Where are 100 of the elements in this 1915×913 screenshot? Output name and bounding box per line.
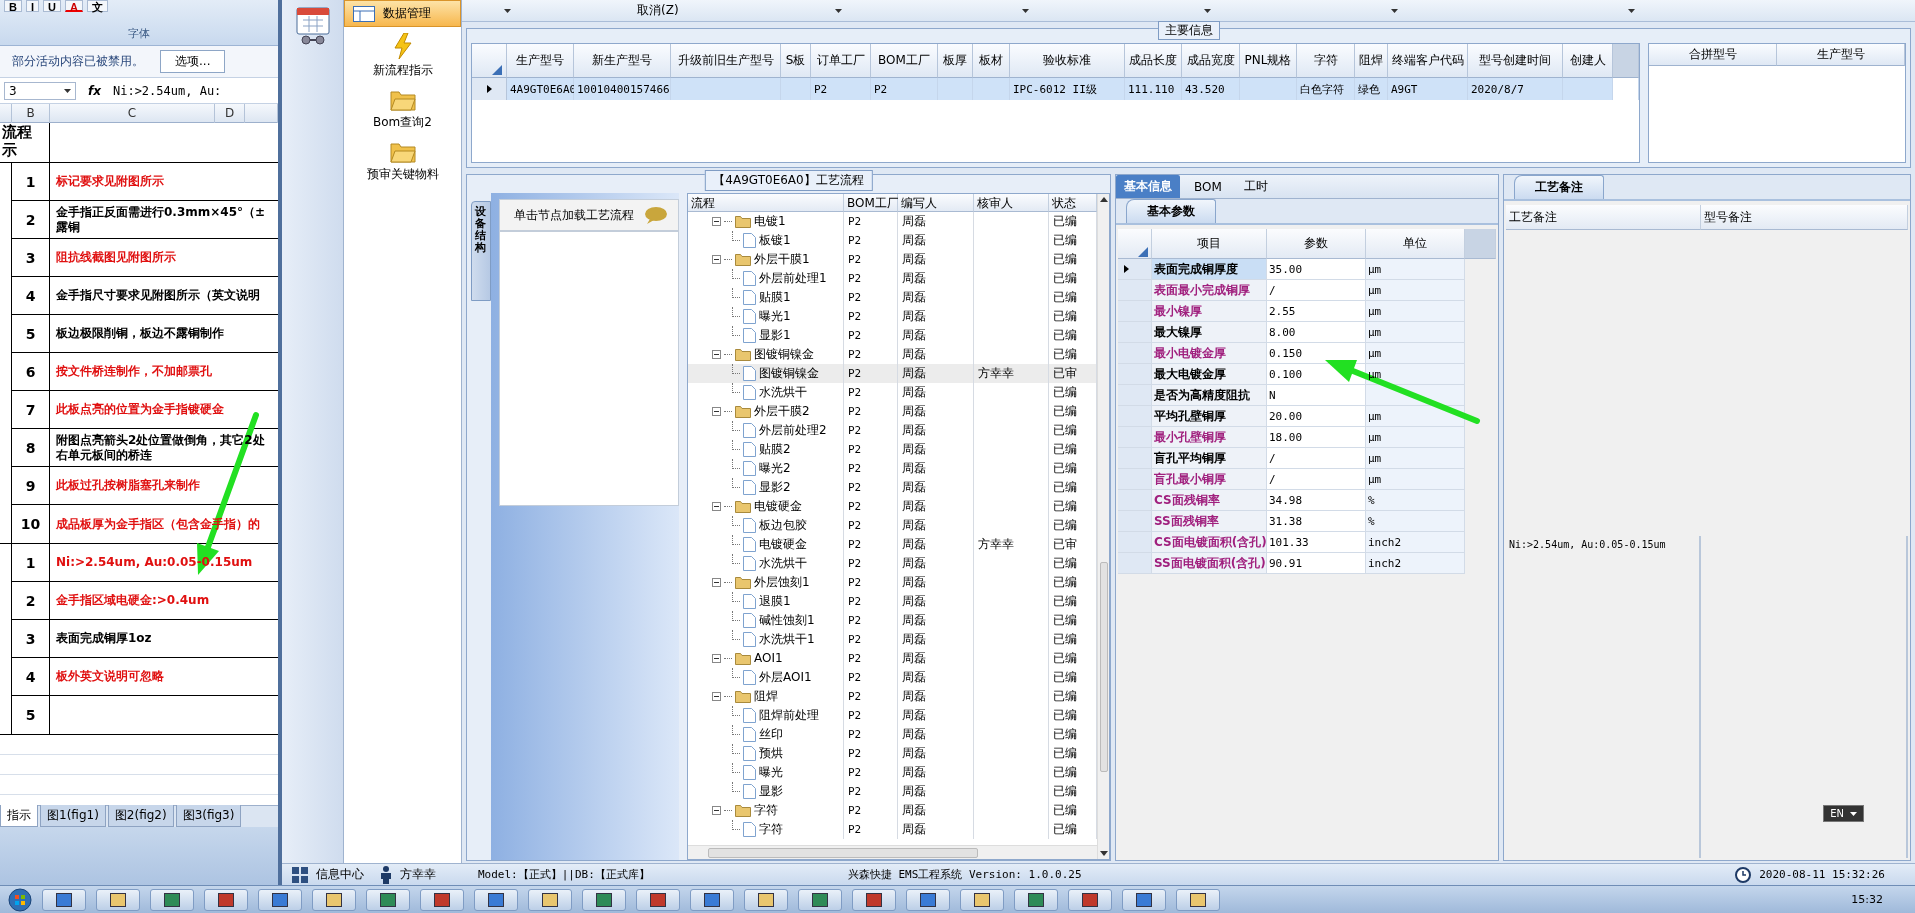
caret-icon[interactable] bbox=[1627, 8, 1635, 13]
tree-row[interactable]: 曝光2 P2 周磊 已编 bbox=[688, 459, 1097, 478]
tree-node-label[interactable]: 水洗烘干 bbox=[759, 383, 807, 402]
scroll-down-icon[interactable] bbox=[1099, 851, 1108, 856]
note-text[interactable]: Ni:>2.54um, Au:0.05-0.15um bbox=[1509, 538, 1666, 550]
column-header[interactable]: 参数 bbox=[1267, 229, 1366, 259]
cancel-menu[interactable]: 取消(Z) bbox=[631, 1, 685, 20]
tree-node-label[interactable]: 贴膜2 bbox=[759, 440, 791, 459]
tree-node-label[interactable]: 电镀硬金 bbox=[754, 497, 802, 516]
column-header[interactable]: B bbox=[12, 104, 50, 123]
caret-icon[interactable] bbox=[1850, 811, 1857, 816]
tab[interactable]: 基本信息 bbox=[1116, 175, 1180, 198]
taskbar-app-icon[interactable] bbox=[204, 888, 248, 911]
taskbar-app-icon[interactable] bbox=[474, 888, 518, 911]
tree-node-label[interactable]: 字符 bbox=[754, 801, 778, 820]
column-header[interactable]: 项目 bbox=[1152, 229, 1267, 259]
column-header[interactable]: 核审人 bbox=[974, 194, 1049, 212]
collapse-icon[interactable] bbox=[712, 806, 721, 815]
tab[interactable]: 工时 bbox=[1235, 175, 1276, 198]
tree-node-label[interactable]: 曝光 bbox=[759, 763, 783, 782]
tree-node-label[interactable]: 外层蚀刻1 bbox=[754, 573, 810, 592]
tree-row[interactable]: 显影 P2 周磊 已编 bbox=[688, 782, 1097, 801]
tree-row[interactable]: 外层前处理1 P2 周磊 已编 bbox=[688, 269, 1097, 288]
column-header[interactable]: 型号备注 bbox=[1701, 205, 1908, 230]
tree-node-label[interactable]: 丝印 bbox=[759, 725, 783, 744]
collapse-icon[interactable] bbox=[712, 407, 721, 416]
caret-icon[interactable] bbox=[1203, 8, 1211, 13]
tree-node-label[interactable]: 显影 bbox=[759, 782, 783, 801]
tree-node-label[interactable]: 字符 bbox=[759, 820, 783, 839]
caret-icon[interactable] bbox=[64, 88, 71, 93]
function-label[interactable]: fx bbox=[82, 83, 107, 98]
taskbar-app-icon[interactable] bbox=[258, 888, 302, 911]
taskbar-app-icon[interactable] bbox=[798, 888, 842, 911]
taskbar-app-icon[interactable] bbox=[960, 888, 1004, 911]
tree-node-label[interactable]: 显影1 bbox=[759, 326, 791, 345]
language-button[interactable]: EN bbox=[1823, 805, 1864, 822]
taskbar-app-icon[interactable] bbox=[906, 888, 950, 911]
column-header[interactable]: 状态 bbox=[1049, 194, 1097, 212]
taskbar-app-icon[interactable] bbox=[1068, 888, 1112, 911]
column-header[interactable]: 生产型号 bbox=[507, 44, 574, 78]
column-header[interactable]: BOM工厂 bbox=[844, 194, 898, 212]
column-header[interactable]: C bbox=[50, 104, 215, 123]
column-header[interactable]: 生产型号 bbox=[1777, 44, 1905, 66]
taskbar-app-icon[interactable] bbox=[312, 888, 356, 911]
taskbar-app-icon[interactable] bbox=[42, 888, 86, 911]
info-center-label[interactable]: 信息中心 bbox=[316, 866, 364, 883]
tree-node-label[interactable]: 外层AOI1 bbox=[759, 668, 812, 687]
taskbar-app-icon[interactable] bbox=[582, 888, 626, 911]
tree-node-label[interactable]: 电镀硬金 bbox=[759, 535, 807, 554]
name-box[interactable]: 3 bbox=[4, 81, 76, 100]
column-header[interactable]: 编写人 bbox=[898, 194, 974, 212]
column-header[interactable]: 单位 bbox=[1366, 229, 1465, 259]
taskbar-app-icon[interactable] bbox=[96, 888, 140, 911]
caret-icon[interactable] bbox=[504, 8, 511, 13]
tree-row[interactable]: 退膜1 P2 周磊 已编 bbox=[688, 592, 1097, 611]
tree-row[interactable]: 贴膜2 P2 周磊 已编 bbox=[688, 440, 1097, 459]
taskbar-app-icon[interactable] bbox=[636, 888, 680, 911]
column-header[interactable]: 合拼型号 bbox=[1649, 44, 1777, 66]
column-header[interactable]: 型号创建时间 bbox=[1468, 44, 1563, 78]
side-tab[interactable]: 设备结构 bbox=[471, 201, 491, 301]
tree-node-label[interactable]: 水洗烘干 bbox=[759, 554, 807, 573]
column-header[interactable]: D bbox=[215, 104, 245, 123]
collapse-icon[interactable] bbox=[712, 502, 721, 511]
ribbon-button[interactable]: U bbox=[43, 0, 61, 12]
taskbar-app-icon[interactable] bbox=[420, 888, 464, 911]
sheet-tab[interactable]: 指示 bbox=[0, 805, 38, 827]
column-header[interactable]: 流程 bbox=[688, 194, 844, 212]
tree-node-label[interactable]: 电镀1 bbox=[754, 212, 786, 231]
tree-row[interactable]: 贴膜1 P2 周磊 已编 bbox=[688, 288, 1097, 307]
collapse-icon[interactable] bbox=[712, 255, 721, 264]
taskbar-app-icon[interactable] bbox=[528, 888, 572, 911]
column-header[interactable]: 验收标准 bbox=[1010, 44, 1125, 78]
tree-row[interactable]: 外层干膜1 P2 周磊 已编 bbox=[688, 250, 1097, 269]
tree-node-label[interactable]: 外层干膜2 bbox=[754, 402, 810, 421]
tree-row[interactable]: 阻焊前处理 P2 周磊 已编 bbox=[688, 706, 1097, 725]
tree-row[interactable]: 外层前处理2 P2 周磊 已编 bbox=[688, 421, 1097, 440]
tree-row[interactable]: 水洗烘干 P2 周磊 已编 bbox=[688, 383, 1097, 402]
ribbon-button[interactable]: A bbox=[64, 0, 83, 12]
scrollbar-thumb[interactable] bbox=[708, 847, 978, 858]
tree-row[interactable]: 电镀硬金 P2 周磊 已编 bbox=[688, 497, 1097, 516]
taskbar-app-icon[interactable] bbox=[744, 888, 788, 911]
tree-row[interactable]: 板镀1 P2 周磊 已编 bbox=[688, 231, 1097, 250]
tree-node-label[interactable]: 预烘 bbox=[759, 744, 783, 763]
tree-row[interactable]: 阻焊 P2 周磊 已编 bbox=[688, 687, 1097, 706]
tree-node-label[interactable]: 外层前处理1 bbox=[759, 269, 827, 288]
tree-row[interactable]: 水洗烘干1 P2 周磊 已编 bbox=[688, 630, 1097, 649]
column-header[interactable]: 板材 bbox=[973, 44, 1010, 78]
row-indicator[interactable] bbox=[472, 78, 507, 100]
tree-row[interactable]: 电镀硬金 P2 周磊 方幸幸 已审 bbox=[688, 535, 1097, 554]
nav-item[interactable]: 预审关键物料 bbox=[344, 135, 461, 187]
tab[interactable]: BOM bbox=[1186, 176, 1230, 197]
tree-row[interactable]: 外层AOI1 P2 周磊 已编 bbox=[688, 668, 1097, 687]
calendar-icon[interactable] bbox=[294, 6, 331, 46]
taskbar-app-icon[interactable] bbox=[150, 888, 194, 911]
row-indicator[interactable] bbox=[1118, 259, 1152, 280]
tab[interactable]: 基本参数 bbox=[1126, 199, 1216, 223]
collapse-icon[interactable] bbox=[712, 692, 721, 701]
column-header[interactable]: BOM工厂 bbox=[871, 44, 938, 78]
column-header[interactable]: 升级前旧生产型号 bbox=[671, 44, 781, 78]
taskbar-app-icon[interactable] bbox=[690, 888, 734, 911]
